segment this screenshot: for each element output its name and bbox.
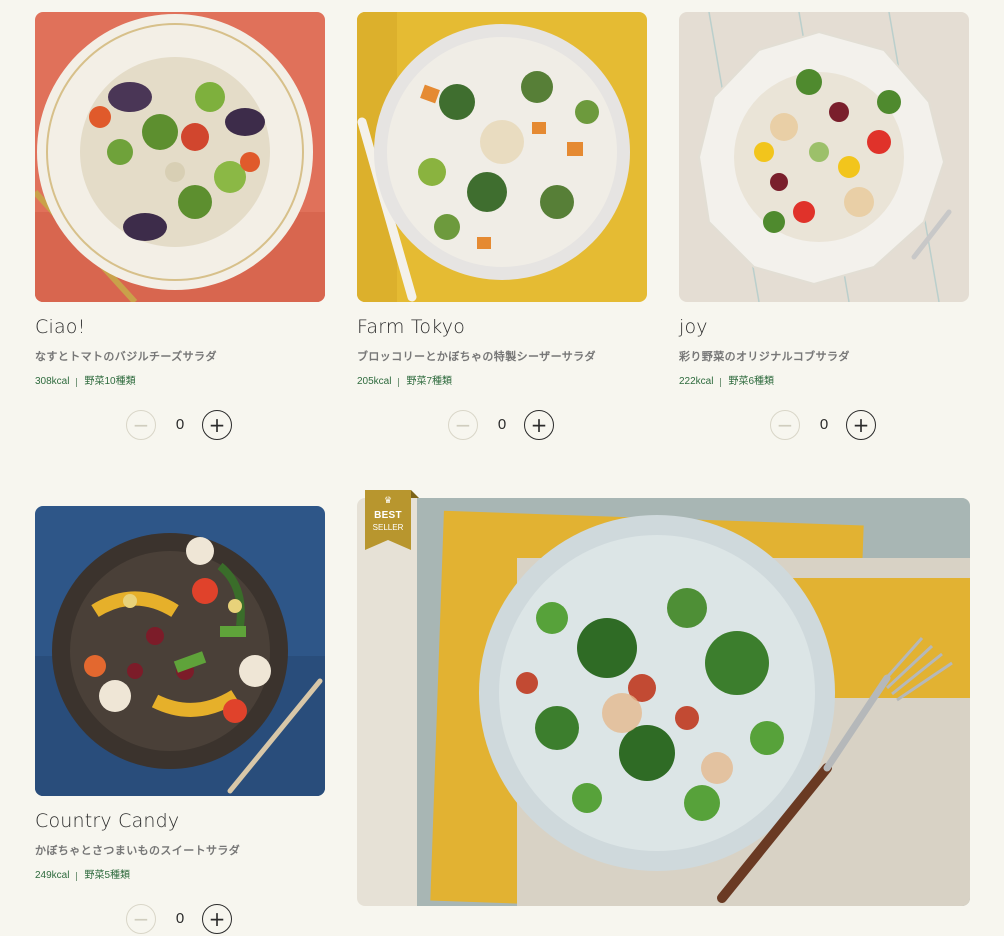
quantity-value: 0 bbox=[819, 416, 829, 433]
decrement-button[interactable]: − bbox=[770, 410, 800, 440]
calories: 308kcal bbox=[35, 376, 70, 387]
product-card[interactable]: Country Candy かぼちゃとさつまいものスイートサラダ 249kcal… bbox=[35, 506, 325, 936]
product-description: なすとトマトのバジルチーズサラダ bbox=[35, 351, 217, 363]
decrement-button[interactable]: − bbox=[126, 410, 156, 440]
product-meta: 222kcal 野菜6種類 bbox=[679, 375, 969, 389]
vegetable-count: 野菜10種類 bbox=[84, 376, 136, 387]
product-name[interactable]: Ciao! bbox=[35, 314, 325, 340]
quantity-stepper: − 0 + bbox=[35, 410, 325, 442]
increment-button[interactable]: + bbox=[202, 410, 232, 440]
quantity-value: 0 bbox=[497, 416, 507, 433]
quantity-stepper: − 0 + bbox=[679, 410, 969, 442]
product-name[interactable]: Farm Tokyo bbox=[357, 314, 647, 340]
product-meta: 249kcal 野菜5種類 bbox=[35, 869, 325, 883]
quantity-value: 0 bbox=[175, 416, 185, 433]
divider bbox=[398, 377, 400, 387]
product-description: かぼちゃとさつまいものスイートサラダ bbox=[35, 845, 241, 857]
product-name[interactable]: Country Candy bbox=[35, 808, 325, 834]
product-image[interactable] bbox=[679, 12, 969, 302]
calories: 222kcal bbox=[679, 376, 714, 387]
divider bbox=[720, 377, 722, 387]
increment-button[interactable]: + bbox=[524, 410, 554, 440]
product-image[interactable] bbox=[35, 506, 325, 796]
product-description: ブロッコリーとかぼちゃの特製シーザーサラダ bbox=[357, 351, 596, 363]
crown-icon: ♛ bbox=[383, 495, 393, 505]
badge-sublabel: SELLER bbox=[372, 523, 404, 532]
divider bbox=[76, 377, 78, 387]
product-card[interactable]: Ciao! なすとトマトのバジルチーズサラダ 308kcal 野菜10種類 − … bbox=[35, 12, 325, 442]
calories: 249kcal bbox=[35, 870, 70, 881]
decrement-button[interactable]: − bbox=[126, 904, 156, 934]
decrement-button[interactable]: − bbox=[448, 410, 478, 440]
featured-product-image[interactable] bbox=[357, 498, 970, 906]
divider bbox=[76, 871, 78, 881]
vegetable-count: 野菜6種類 bbox=[728, 376, 775, 387]
product-description: 彩り野菜のオリジナルコブサラダ bbox=[679, 351, 850, 363]
badge-label: BEST bbox=[374, 510, 402, 521]
increment-button[interactable]: + bbox=[846, 410, 876, 440]
product-image[interactable] bbox=[35, 12, 325, 302]
quantity-stepper: − 0 + bbox=[35, 904, 325, 936]
calories: 205kcal bbox=[357, 376, 392, 387]
product-name[interactable]: joy bbox=[679, 314, 969, 340]
product-meta: 308kcal 野菜10種類 bbox=[35, 375, 325, 389]
product-meta: 205kcal 野菜7種類 bbox=[357, 375, 647, 389]
quantity-value: 0 bbox=[175, 910, 185, 927]
product-card[interactable]: joy 彩り野菜のオリジナルコブサラダ 222kcal 野菜6種類 − 0 + bbox=[679, 12, 969, 442]
vegetable-count: 野菜5種類 bbox=[84, 870, 131, 881]
quantity-stepper: − 0 + bbox=[357, 410, 647, 442]
product-image[interactable] bbox=[357, 12, 647, 302]
increment-button[interactable]: + bbox=[202, 904, 232, 934]
vegetable-count: 野菜7種類 bbox=[406, 376, 453, 387]
best-seller-badge: ♛ BEST SELLER bbox=[365, 490, 419, 550]
product-card[interactable]: Farm Tokyo ブロッコリーとかぼちゃの特製シーザーサラダ 205kcal… bbox=[357, 12, 647, 442]
